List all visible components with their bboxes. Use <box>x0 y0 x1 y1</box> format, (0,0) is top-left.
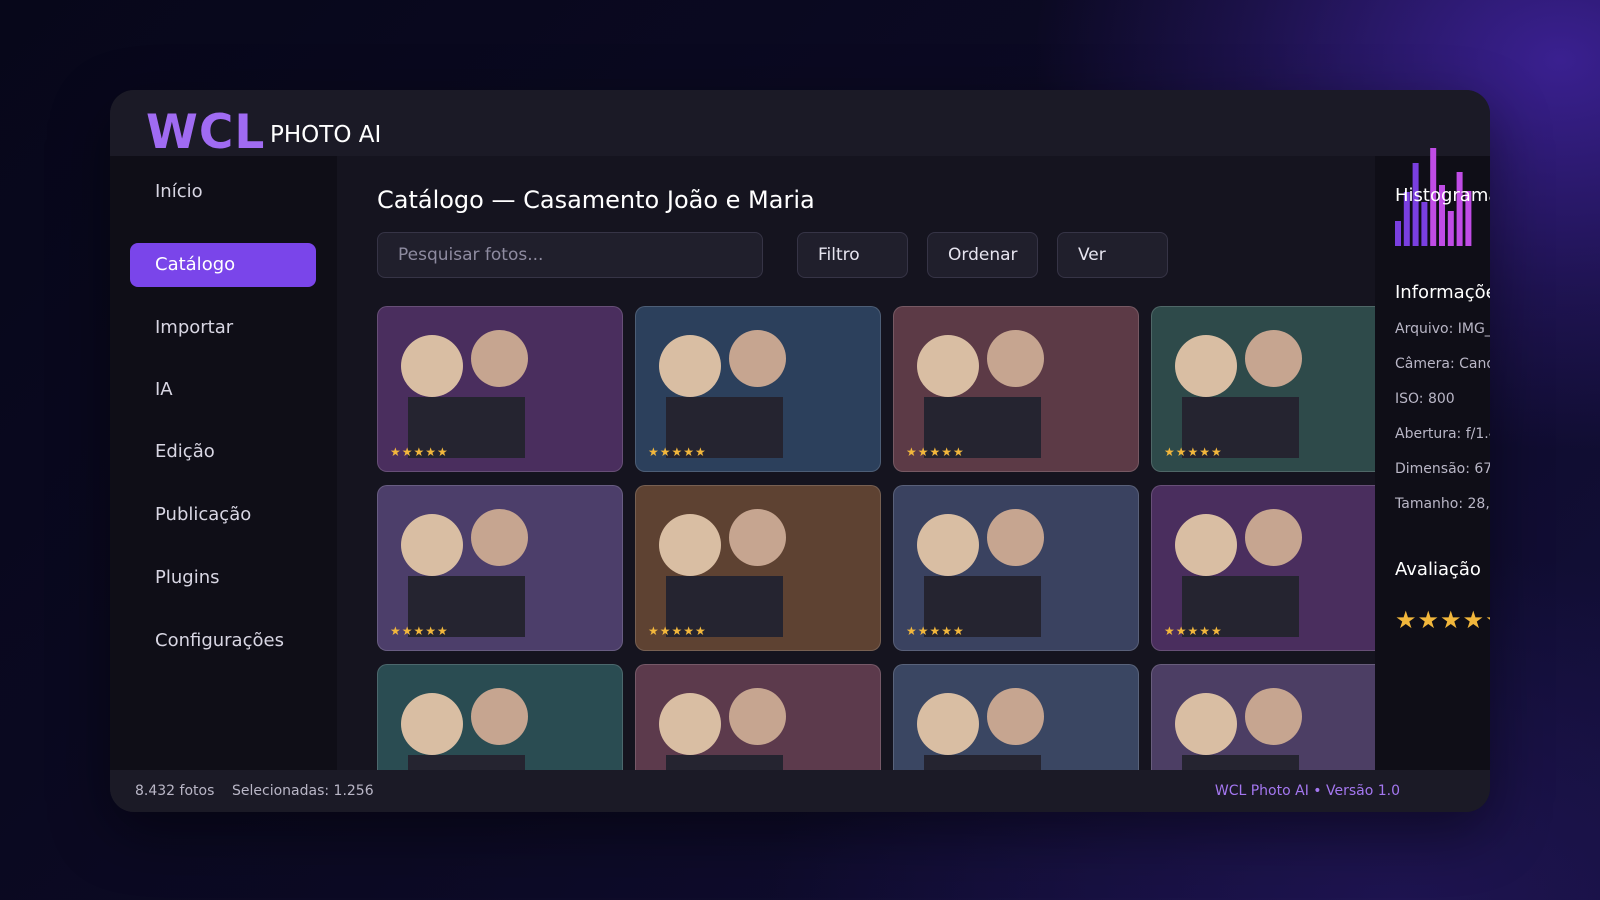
photo-subject-bride <box>917 693 979 755</box>
app-window: WCL PHOTO AI Início Catálogo Importar IA… <box>110 90 1490 812</box>
photo-subject-body <box>666 755 783 770</box>
status-photo-count: 8.432 fotos <box>135 783 215 799</box>
info-dimension: Dimensão: 6720×4480 <box>1395 461 1490 477</box>
catalog-main: Catálogo — Casamento João e Maria Pesqui… <box>337 156 1485 770</box>
search-input[interactable]: Pesquisar fotos... <box>377 232 763 278</box>
photo-rating-stars: ★★★★★ <box>648 624 707 638</box>
photo-subject-bride <box>659 693 721 755</box>
photo-thumbnail[interactable]: ★★★★★ <box>635 664 881 770</box>
photo-subject-bride <box>1175 693 1237 755</box>
status-selected-count: Selecionadas: 1.256 <box>232 783 374 799</box>
photo-subject-groom <box>987 688 1044 745</box>
photo-thumbnail[interactable]: ★★★★★ <box>893 664 1139 770</box>
search-placeholder: Pesquisar fotos... <box>398 245 544 265</box>
view-button[interactable]: Ver <box>1057 232 1168 278</box>
info-size: Tamanho: 28,4 MB <box>1395 496 1490 512</box>
photo-rating-stars: ★★★★★ <box>906 624 965 638</box>
info-title: Informações <box>1395 282 1490 303</box>
info-iso: ISO: 800 <box>1395 391 1455 407</box>
photo-thumbnail[interactable]: ★★★★★ <box>893 306 1139 472</box>
photo-subject-groom <box>987 509 1044 566</box>
photo-subject-groom <box>471 688 528 745</box>
photo-subject-bride <box>917 514 979 576</box>
photo-subject-body <box>924 755 1041 770</box>
photo-thumbnail[interactable]: ★★★★★ <box>1151 485 1397 651</box>
photo-subject-bride <box>917 335 979 397</box>
photo-rating-stars: ★★★★★ <box>648 445 707 459</box>
info-aperture: Abertura: f/1.4 <box>1395 426 1490 442</box>
right-panel: Histograma Informações Arquivo: IMG_1523… <box>1375 148 1490 770</box>
photo-subject-groom <box>471 330 528 387</box>
rating-stars[interactable]: ★★★★★ <box>1395 606 1490 634</box>
photo-subject-bride <box>659 335 721 397</box>
photo-thumbnail[interactable]: ★★★★★ <box>635 306 881 472</box>
status-version: WCL Photo AI • Versão 1.0 <box>1214 783 1400 799</box>
photo-thumbnail[interactable]: ★★★★★ <box>377 664 623 770</box>
photo-rating-stars: ★★★★★ <box>906 445 965 459</box>
photo-subject-groom <box>729 330 786 387</box>
info-file: Arquivo: IMG_1523.CR2 <box>1395 321 1490 337</box>
photo-subject-groom <box>1245 509 1302 566</box>
photo-subject-groom <box>1245 688 1302 745</box>
photo-subject-bride <box>659 514 721 576</box>
photo-rating-stars: ★★★★★ <box>1164 445 1223 459</box>
sidebar-item-publicacao[interactable]: Publicação <box>130 493 316 537</box>
status-bar: 8.432 fotos Selecionadas: 1.256 WCL Phot… <box>110 770 1490 812</box>
photo-subject-body <box>1182 755 1299 770</box>
sidebar-item-edicao[interactable]: Edição <box>130 430 316 474</box>
photo-subject-bride <box>401 514 463 576</box>
sort-button[interactable]: Ordenar <box>927 232 1038 278</box>
photo-thumbnail[interactable]: ★★★★★ <box>377 485 623 651</box>
sidebar: Início Catálogo Importar IA Edição Publi… <box>110 156 337 770</box>
photo-subject-body <box>408 755 525 770</box>
histogram-bar <box>1395 221 1401 246</box>
photo-thumbnail[interactable]: ★★★★★ <box>377 306 623 472</box>
photo-subject-groom <box>729 509 786 566</box>
photo-subject-groom <box>987 330 1044 387</box>
photo-rating-stars: ★★★★★ <box>390 445 449 459</box>
photo-subject-groom <box>471 509 528 566</box>
photo-subject-bride <box>1175 335 1237 397</box>
sidebar-item-catalogo[interactable]: Catálogo <box>130 243 316 287</box>
photo-subject-bride <box>401 693 463 755</box>
photo-subject-groom <box>1245 330 1302 387</box>
photo-rating-stars: ★★★★★ <box>1164 624 1223 638</box>
sidebar-item-inicio[interactable]: Início <box>130 170 316 214</box>
photo-thumbnail[interactable]: ★★★★★ <box>893 485 1139 651</box>
app-logo: WCL <box>146 105 266 160</box>
photo-thumbnail[interactable]: ★★★★★ <box>635 485 881 651</box>
page-title: Catálogo — Casamento João e Maria <box>377 186 815 214</box>
photo-thumbnail[interactable]: ★★★★★ <box>1151 664 1397 770</box>
top-bar: WCL PHOTO AI <box>110 90 1490 160</box>
app-logo-subtitle: PHOTO AI <box>270 122 382 148</box>
sidebar-item-plugins[interactable]: Plugins <box>130 556 316 600</box>
sidebar-item-ia[interactable]: IA <box>130 368 316 412</box>
sidebar-item-importar[interactable]: Importar <box>130 306 316 350</box>
photo-subject-bride <box>1175 514 1237 576</box>
photo-thumbnail[interactable]: ★★★★★ <box>1151 306 1397 472</box>
info-camera: Câmera: Canon EOS 5D <box>1395 356 1490 372</box>
histogram-bar <box>1421 202 1428 246</box>
sidebar-item-configuracoes[interactable]: Configurações <box>130 619 316 663</box>
photo-rating-stars: ★★★★★ <box>390 624 449 638</box>
filter-button[interactable]: Filtro <box>797 232 908 278</box>
photo-subject-bride <box>401 335 463 397</box>
histogram-title: Histograma <box>1395 185 1490 206</box>
rating-title: Avaliação <box>1395 559 1481 580</box>
histogram-bar <box>1447 211 1454 246</box>
photo-subject-groom <box>729 688 786 745</box>
